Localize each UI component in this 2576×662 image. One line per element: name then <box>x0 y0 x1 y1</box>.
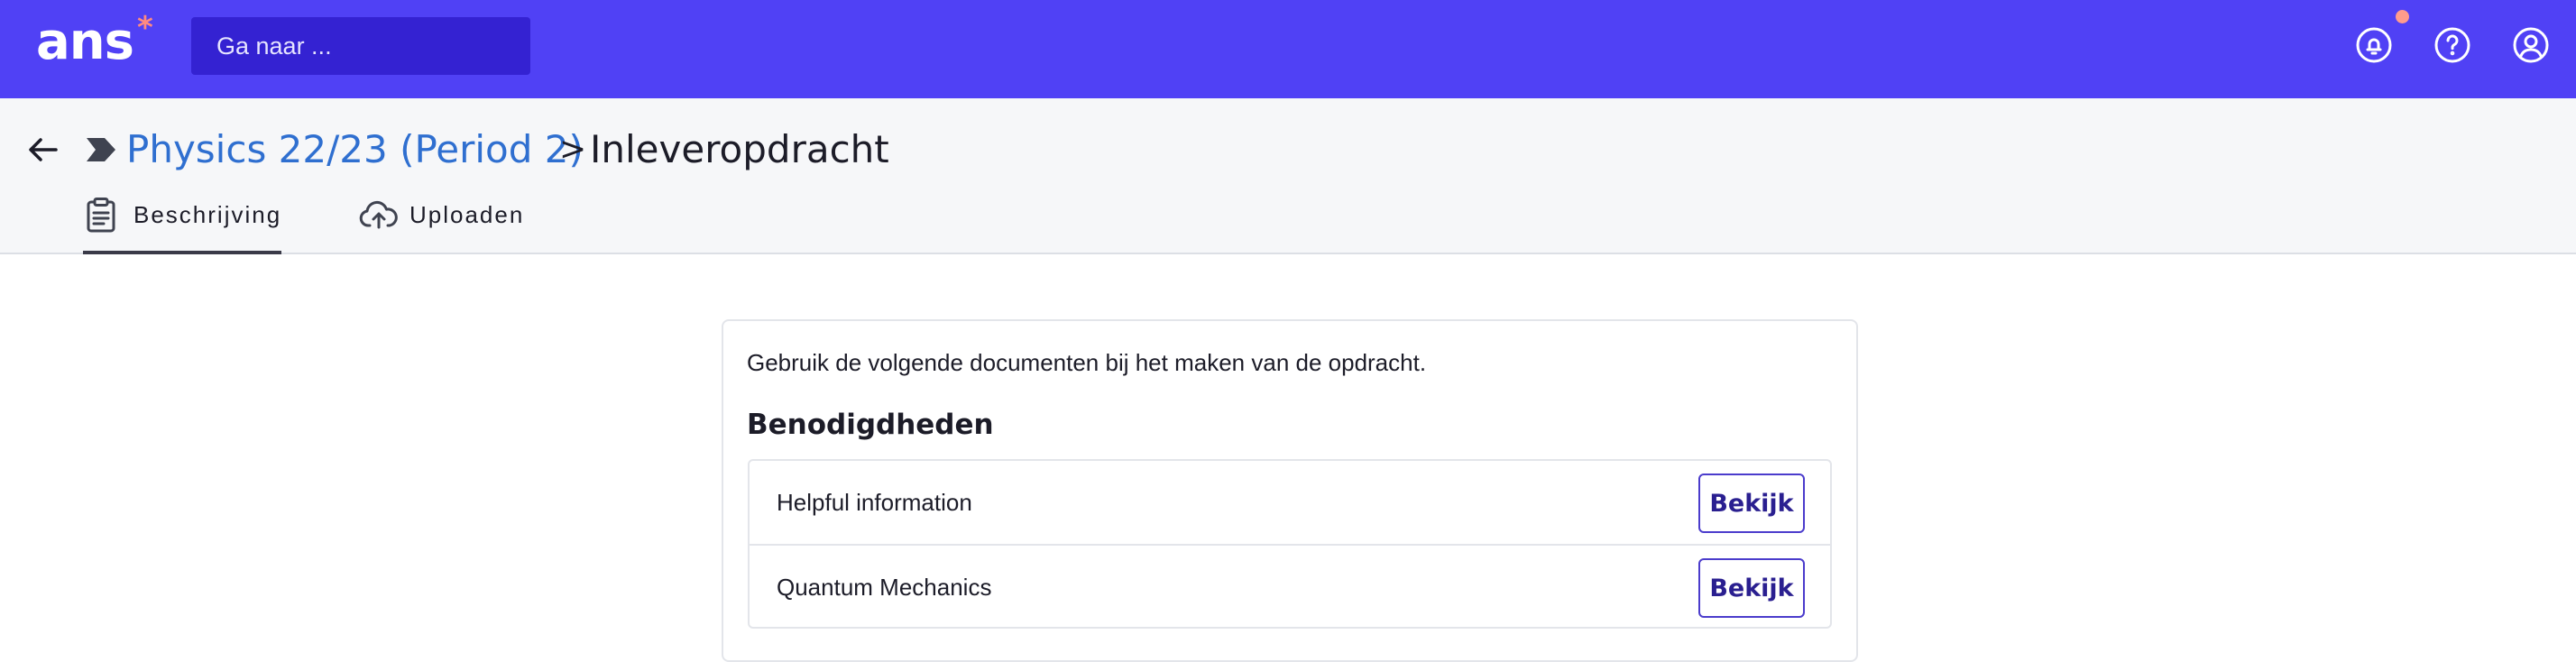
top-bar: ans * <box>0 0 2576 98</box>
logo-star: * <box>137 10 153 46</box>
cloud-upload-icon <box>359 197 398 233</box>
search-input[interactable] <box>191 17 530 75</box>
tab-label: Uploaden <box>409 201 525 228</box>
section-title-benodigdheden: Benodigdheden <box>747 409 994 441</box>
breadcrumb-separator: > <box>559 131 587 168</box>
tab-beschrijving[interactable]: Beschrijving <box>83 186 281 254</box>
view-document-button[interactable]: Bekijk <box>1698 474 1805 533</box>
app-logo[interactable]: ans <box>36 11 134 74</box>
documents-list: Helpful information Bekijk Quantum Mecha… <box>748 459 1832 629</box>
back-arrow-icon[interactable] <box>25 132 61 168</box>
help-icon[interactable] <box>2433 25 2472 65</box>
tab-label: Beschrijving <box>133 201 282 228</box>
notification-dot <box>2396 10 2409 23</box>
breadcrumb-course-link[interactable]: Physics 22/23 (Period 2) <box>126 123 584 177</box>
assignment-intro-text: Gebruik de volgende documenten bij het m… <box>747 349 1427 376</box>
list-item: Helpful information Bekijk <box>750 461 1830 544</box>
page-title: Inleveropdracht <box>590 127 889 171</box>
list-item: Quantum Mechanics Bekijk <box>750 544 1830 627</box>
tab-uploaden[interactable]: Uploaden <box>359 186 539 254</box>
notification-bell-icon[interactable] <box>2354 25 2394 65</box>
view-document-button[interactable]: Bekijk <box>1698 558 1805 618</box>
document-name: Quantum Mechanics <box>777 574 992 601</box>
profile-icon[interactable] <box>2511 25 2551 65</box>
course-chevron-icon <box>87 138 115 161</box>
clipboard-icon <box>83 197 119 233</box>
document-name: Helpful information <box>777 489 972 516</box>
